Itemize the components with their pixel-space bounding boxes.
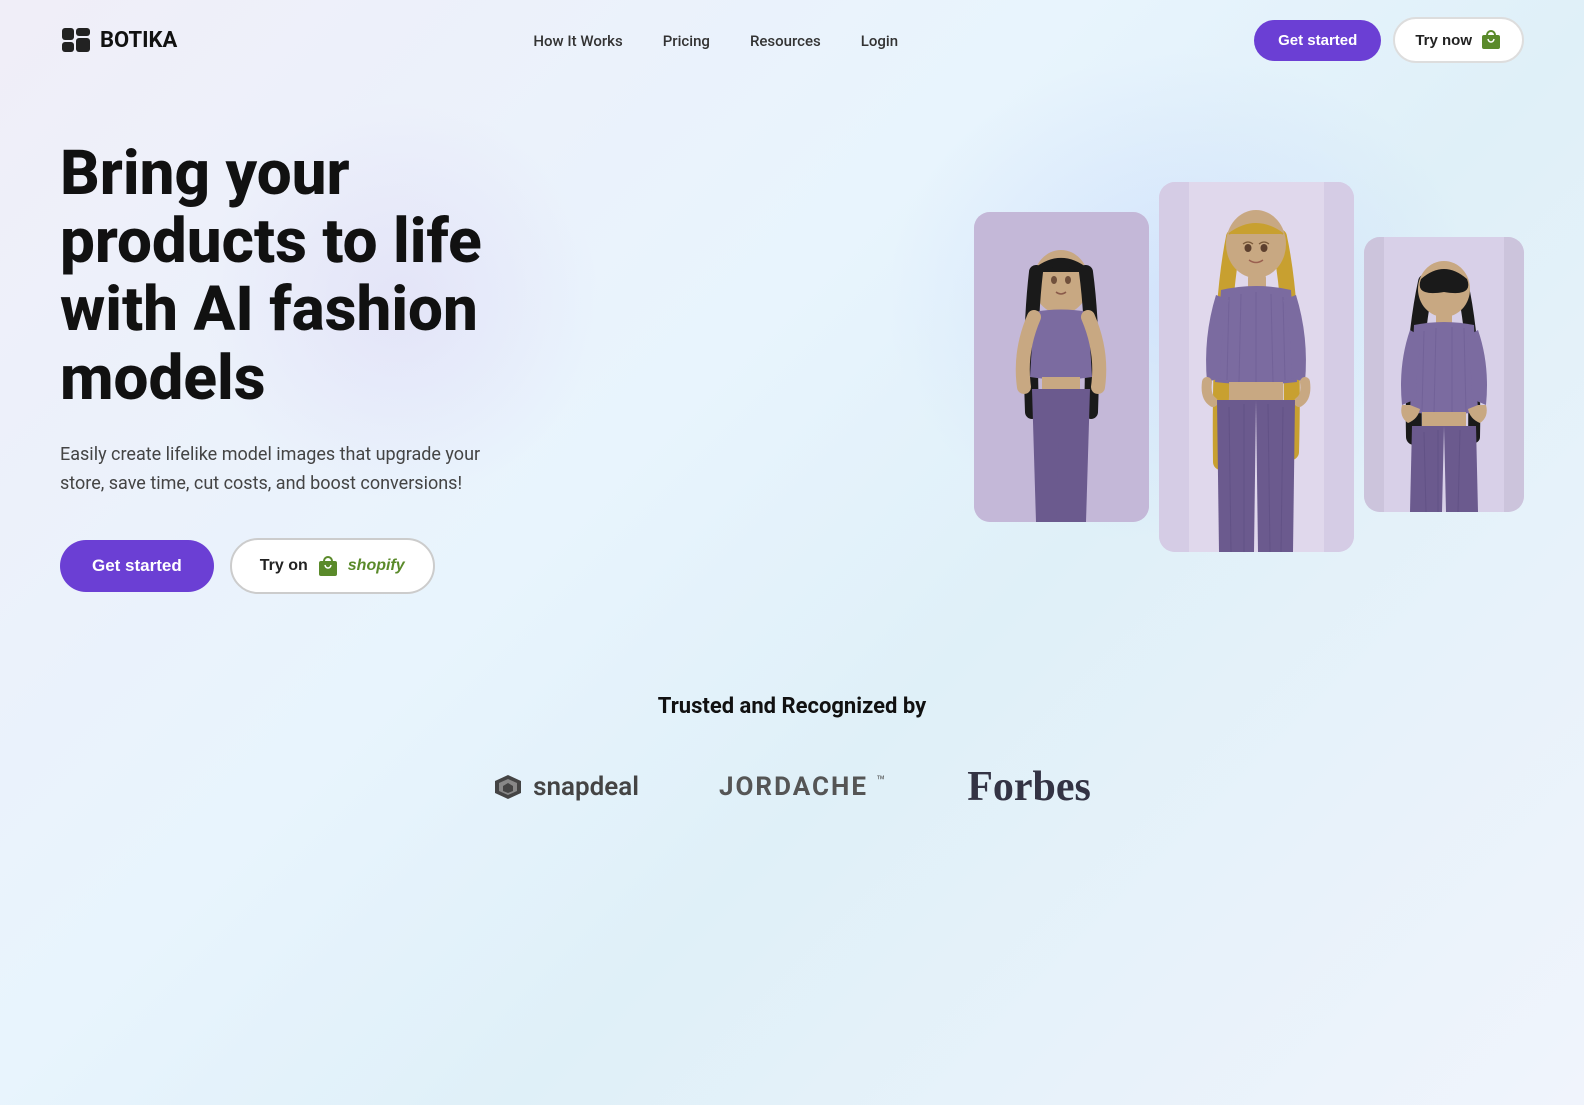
- shopify-hero-bag-icon: [316, 554, 340, 578]
- nav-login[interactable]: Login: [861, 32, 898, 50]
- model-image-center: [1159, 182, 1354, 552]
- hero-try-shopify-button[interactable]: Try on shopify: [230, 538, 435, 594]
- hero-left: Bring your products to life with AI fash…: [60, 140, 580, 594]
- model-left-figure: [974, 212, 1149, 522]
- navbar: BOTIKA How It Works Pricing Resources Lo…: [0, 0, 1584, 80]
- model-image-left: [974, 212, 1149, 522]
- forbes-label: Forbes: [967, 764, 1091, 810]
- logo-text: BOTIKA: [100, 28, 177, 53]
- nav-actions: Get started Try now: [1254, 17, 1524, 63]
- hero-subtitle: Easily create lifelike model images that…: [60, 441, 490, 499]
- brand-snapdeal: snapdeal: [493, 772, 639, 802]
- hero-section: Bring your products to life with AI fash…: [0, 80, 1584, 634]
- nav-links: How It Works Pricing Resources Login: [533, 31, 898, 50]
- trusted-title: Trusted and Recognized by: [60, 694, 1524, 719]
- nav-try-now-button[interactable]: Try now: [1393, 17, 1524, 63]
- brand-forbes: Forbes: [967, 763, 1091, 811]
- jordache-label: JORDACHE: [719, 772, 868, 802]
- nav-resources[interactable]: Resources: [750, 32, 821, 50]
- botika-logo-icon: [60, 24, 92, 56]
- nav-how-it-works[interactable]: How It Works: [533, 32, 622, 50]
- model-image-right: [1364, 237, 1524, 512]
- shopify-bag-icon: [1480, 29, 1502, 51]
- snapdeal-icon: [493, 773, 523, 801]
- nav-get-started-button[interactable]: Get started: [1254, 20, 1381, 61]
- brand-jordache: JORDACHE ™: [719, 772, 887, 802]
- trusted-logos: snapdeal JORDACHE ™ Forbes: [60, 763, 1524, 811]
- hero-title: Bring your products to life with AI fash…: [60, 140, 580, 413]
- snapdeal-label: snapdeal: [533, 772, 639, 802]
- nav-pricing[interactable]: Pricing: [663, 32, 710, 50]
- hero-buttons: Get started Try on shopify: [60, 538, 580, 594]
- try-now-label: Try now: [1415, 32, 1472, 49]
- hero-get-started-button[interactable]: Get started: [60, 540, 214, 592]
- shopify-label: shopify: [348, 557, 405, 575]
- model-center-figure: [1159, 182, 1354, 552]
- try-on-label: Try on: [260, 557, 308, 575]
- logo-link[interactable]: BOTIKA: [60, 24, 177, 56]
- model-right-figure: [1364, 237, 1524, 512]
- trusted-section: Trusted and Recognized by snapdeal JORDA…: [0, 634, 1584, 851]
- hero-images: [974, 182, 1524, 552]
